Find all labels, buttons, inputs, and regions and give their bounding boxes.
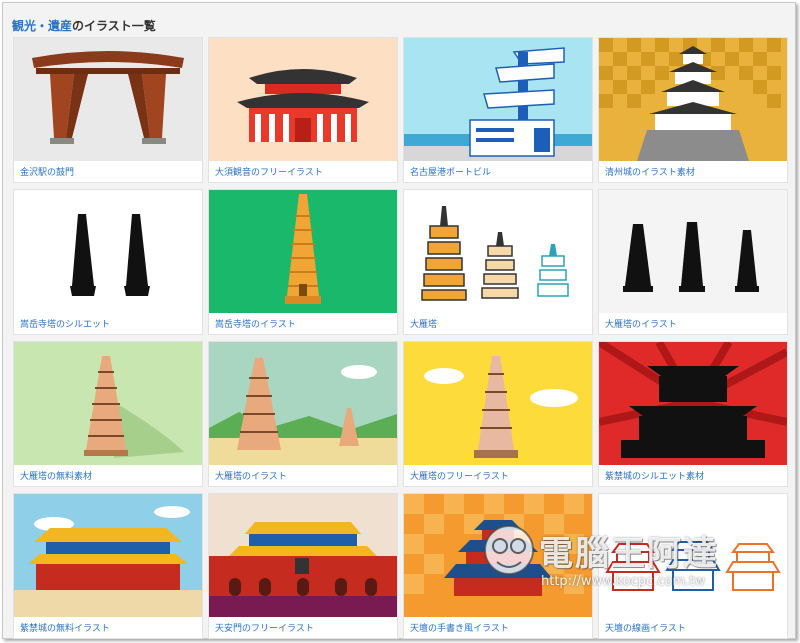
category-link[interactable]: 観光・遺産 <box>12 19 72 33</box>
card-caption[interactable]: 嵩岳寺塔のシルエット <box>20 317 200 330</box>
illustration-card[interactable]: 大雁塔の無料素材 <box>13 341 203 487</box>
card-caption[interactable]: 清州城のイラスト素材 <box>605 165 785 178</box>
section-heading: 観光・遺産のイラスト一覧 <box>12 17 156 34</box>
card-caption[interactable]: 大雁塔のイラスト <box>215 469 395 482</box>
pagoda-silhouette-icon[interactable] <box>14 190 202 313</box>
card-caption[interactable]: 金沢駅の鼓門 <box>20 165 200 178</box>
tiananmen-icon[interactable] <box>209 494 397 617</box>
forbidden-city-icon[interactable] <box>14 494 202 617</box>
illustration-card[interactable]: 大雁塔のイラスト <box>208 341 398 487</box>
illustration-card[interactable]: 大須観音のフリーイラスト <box>208 37 398 183</box>
illustration-card[interactable]: 名古屋港ポートビル <box>403 37 593 183</box>
forbidden-city-silhouette-icon[interactable] <box>599 342 787 465</box>
pagoda-icon[interactable] <box>404 342 592 465</box>
illustration-card[interactable]: 清州城のイラスト素材 <box>598 37 788 183</box>
illustration-card[interactable]: 嵩岳寺塔のイラスト <box>208 189 398 335</box>
card-caption[interactable]: 紫禁城のシルエット素材 <box>605 469 785 482</box>
kiyosu-castle-icon[interactable] <box>599 38 787 161</box>
card-caption[interactable]: 大雁塔の無料素材 <box>20 469 200 482</box>
tsuzumimon-gate-icon[interactable] <box>14 38 202 161</box>
card-caption[interactable]: 天壇の手書き風イラスト <box>410 621 590 634</box>
illustration-card[interactable]: 天安門のフリーイラスト <box>208 493 398 639</box>
illustration-panel: 観光・遺産のイラスト一覧 金沢駅の鼓門 大須観音のフリーイラスト 名古屋港ポート… <box>2 2 796 639</box>
giant-wild-goose-pagoda-icon[interactable] <box>404 190 592 313</box>
port-building-icon[interactable] <box>404 38 592 161</box>
pagoda-icon[interactable] <box>14 342 202 465</box>
illustration-card[interactable]: 大雁塔のイラスト <box>598 189 788 335</box>
illustration-card[interactable]: 天壇の線画イラスト <box>598 493 788 639</box>
temple-of-heaven-lineart-icon[interactable] <box>599 494 787 617</box>
card-caption[interactable]: 名古屋港ポートビル <box>410 165 590 178</box>
card-caption[interactable]: 大雁塔のフリーイラスト <box>410 469 590 482</box>
card-caption[interactable]: 天壇の線画イラスト <box>605 621 785 634</box>
pagoda-landscape-icon[interactable] <box>209 342 397 465</box>
temple-of-heaven-icon[interactable] <box>404 494 592 617</box>
illustration-card[interactable]: 大雁塔のフリーイラスト <box>403 341 593 487</box>
illustration-card[interactable]: 大雁塔 <box>403 189 593 335</box>
illustration-card[interactable]: 金沢駅の鼓門 <box>13 37 203 183</box>
illustration-card[interactable]: 紫禁城の無料イラスト <box>13 493 203 639</box>
card-caption[interactable]: 大須観音のフリーイラスト <box>215 165 395 178</box>
osu-kannon-temple-icon[interactable] <box>209 38 397 161</box>
heading-suffix: のイラスト一覧 <box>72 19 156 33</box>
card-caption[interactable]: 天安門のフリーイラスト <box>215 621 395 634</box>
illustration-card[interactable]: 天壇の手書き風イラスト <box>403 493 593 639</box>
card-caption[interactable]: 紫禁城の無料イラスト <box>20 621 200 634</box>
pagoda-icon[interactable] <box>209 190 397 313</box>
card-caption[interactable]: 大雁塔 <box>410 317 590 330</box>
illustration-card[interactable]: 紫禁城のシルエット素材 <box>598 341 788 487</box>
pagoda-silhouette-icon[interactable] <box>599 190 787 313</box>
card-caption[interactable]: 嵩岳寺塔のイラスト <box>215 317 395 330</box>
card-caption[interactable]: 大雁塔のイラスト <box>605 317 785 330</box>
illustration-card[interactable]: 嵩岳寺塔のシルエット <box>13 189 203 335</box>
